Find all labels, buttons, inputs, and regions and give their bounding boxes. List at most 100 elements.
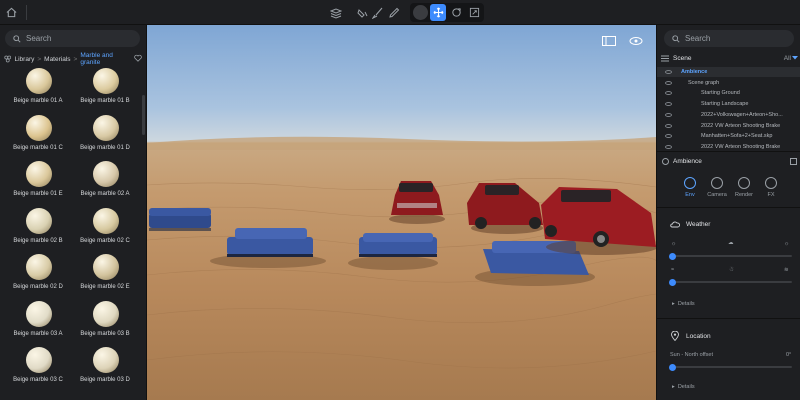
material-item[interactable]: Beige marble 02 E bbox=[70, 254, 140, 300]
scene-tree-row[interactable]: Manhatten+Sofa+2+Seat.skp bbox=[657, 131, 800, 141]
material-thumbnail bbox=[93, 161, 119, 187]
weather-icon bbox=[670, 221, 680, 227]
location-header: Location bbox=[657, 329, 800, 343]
material-item[interactable]: Beige marble 01 A bbox=[3, 68, 73, 114]
tab-label: Env bbox=[685, 192, 695, 198]
weather-title: Weather bbox=[686, 220, 711, 228]
search-placeholder: Search bbox=[685, 34, 711, 43]
material-item[interactable]: Beige marble 03 C bbox=[3, 347, 73, 393]
visibility-eye-icon[interactable] bbox=[665, 123, 672, 128]
render-mode-icon[interactable] bbox=[413, 5, 428, 20]
material-name: Beige marble 01 A bbox=[13, 98, 63, 104]
offset-slider[interactable] bbox=[669, 363, 792, 371]
visibility-eye-icon[interactable] bbox=[665, 102, 672, 107]
material-item[interactable]: Beige marble 01 C bbox=[3, 114, 73, 161]
visibility-eye-icon[interactable] bbox=[665, 91, 672, 96]
paint-icon[interactable] bbox=[355, 5, 370, 20]
material-thumbnail bbox=[93, 347, 119, 373]
panel-toggle-icon[interactable] bbox=[602, 33, 616, 46]
breadcrumb-materials[interactable]: Materials bbox=[44, 56, 70, 63]
cloud-slider[interactable] bbox=[669, 252, 792, 260]
scene-tree-row[interactable]: 2022+Volkswagen+Arteon+Sho... bbox=[657, 110, 800, 120]
wind-icon: ≈ bbox=[671, 267, 675, 273]
scene-search-input[interactable]: Search bbox=[664, 30, 794, 47]
scene-item-label: 2022 VW Arteon Shooting Brake bbox=[701, 122, 781, 129]
car-1[interactable] bbox=[389, 181, 445, 224]
chevron-down-icon[interactable] bbox=[792, 56, 798, 60]
scene-tree-row[interactable]: Starting Ground bbox=[657, 88, 800, 98]
tab-env[interactable]: Env bbox=[677, 177, 703, 198]
material-item[interactable]: Beige marble 03 A bbox=[3, 300, 73, 347]
library-search-input[interactable]: Search bbox=[5, 30, 140, 47]
material-item[interactable]: Beige marble 01 B bbox=[70, 68, 140, 114]
material-item[interactable]: Beige marble 02 B bbox=[3, 207, 73, 254]
tab-label: FX bbox=[767, 192, 775, 198]
material-thumbnail bbox=[93, 254, 119, 280]
location-pin-icon bbox=[671, 331, 679, 341]
fx-icon bbox=[765, 177, 777, 189]
wind-slider[interactable] bbox=[669, 278, 792, 286]
scene-tree-row[interactable]: Ambience bbox=[657, 67, 800, 77]
material-item[interactable]: Beige marble 02 D bbox=[3, 254, 73, 300]
globe-icon bbox=[662, 157, 669, 165]
breadcrumb-current[interactable]: Marble and granite bbox=[80, 52, 131, 66]
scene-filter[interactable]: All bbox=[784, 55, 791, 62]
slider-knob[interactable] bbox=[669, 252, 676, 260]
material-name: Beige marble 02 A bbox=[80, 191, 130, 197]
slider-knob[interactable] bbox=[669, 278, 676, 286]
material-item[interactable]: Beige marble 03 D bbox=[70, 347, 140, 393]
slider-knob[interactable] bbox=[669, 363, 676, 371]
material-thumbnail bbox=[93, 207, 119, 234]
scene-item-label: Starting Landscape bbox=[701, 101, 749, 108]
3d-viewport[interactable] bbox=[147, 25, 656, 400]
tab-camera[interactable]: Camera bbox=[704, 177, 730, 198]
scene-tree-row[interactable]: Starting Landscape bbox=[657, 99, 800, 109]
rotate-icon[interactable] bbox=[448, 4, 464, 21]
visibility-eye-icon[interactable] bbox=[665, 144, 672, 149]
material-name: Beige marble 01 D bbox=[80, 144, 130, 151]
location-title: Location bbox=[686, 332, 711, 340]
car-3[interactable] bbox=[541, 187, 656, 255]
details-toggle-2[interactable]: ▸ Details bbox=[672, 384, 695, 390]
material-name: Beige marble 03 D bbox=[80, 377, 130, 383]
visibility-eye-icon[interactable] bbox=[665, 80, 672, 85]
car-2[interactable] bbox=[467, 183, 543, 234]
sofa-2[interactable] bbox=[210, 228, 326, 268]
layers-icon[interactable] bbox=[328, 5, 343, 20]
eyedropper-icon[interactable] bbox=[386, 5, 401, 20]
breadcrumb-library[interactable]: Library bbox=[14, 56, 34, 63]
menu-icon[interactable] bbox=[661, 55, 669, 62]
tab-render[interactable]: Render bbox=[731, 177, 757, 198]
divider bbox=[657, 151, 800, 152]
scene-tree-row[interactable]: Scene graph bbox=[657, 78, 800, 88]
visibility-eye-icon[interactable] bbox=[665, 134, 672, 139]
material-item[interactable]: Beige marble 02 A bbox=[70, 161, 140, 207]
details-toggle-1[interactable]: ▸ Details bbox=[672, 301, 695, 307]
offset-label: Sun - North offset bbox=[670, 352, 714, 358]
wind-strong-icon: ≋ bbox=[784, 267, 789, 273]
favorite-icon[interactable] bbox=[134, 54, 142, 64]
view-options-icon[interactable] bbox=[629, 33, 643, 45]
move-icon[interactable] bbox=[430, 4, 446, 21]
material-name: Beige marble 03 C bbox=[13, 377, 63, 383]
visibility-eye-icon[interactable] bbox=[665, 70, 672, 74]
env-icon bbox=[684, 177, 696, 189]
material-item[interactable]: Beige marble 01 E bbox=[3, 161, 73, 207]
scene-item-label: Manhatten+Sofa+2+Seat.skp bbox=[701, 133, 773, 140]
sofa-3[interactable] bbox=[348, 233, 438, 270]
material-item[interactable]: Beige marble 03 B bbox=[70, 300, 140, 347]
material-item[interactable]: Beige marble 01 D bbox=[70, 114, 140, 161]
material-item[interactable]: Beige marble 02 C bbox=[70, 207, 140, 254]
collapse-panel-icon[interactable] bbox=[790, 157, 797, 165]
visibility-eye-icon[interactable] bbox=[665, 112, 672, 117]
scene-tree-row[interactable]: 2022 VW Arteon Shooting Brake bbox=[657, 121, 800, 131]
brush-icon[interactable] bbox=[370, 5, 385, 20]
tab-fx[interactable]: FX bbox=[758, 177, 784, 198]
sofa-1[interactable] bbox=[149, 208, 211, 231]
material-name: Beige marble 02 E bbox=[80, 284, 130, 290]
scale-icon[interactable] bbox=[466, 4, 482, 21]
library-scrollbar[interactable] bbox=[142, 95, 145, 135]
render-icon bbox=[738, 177, 750, 189]
divider bbox=[26, 5, 27, 20]
home-icon[interactable] bbox=[4, 5, 19, 20]
